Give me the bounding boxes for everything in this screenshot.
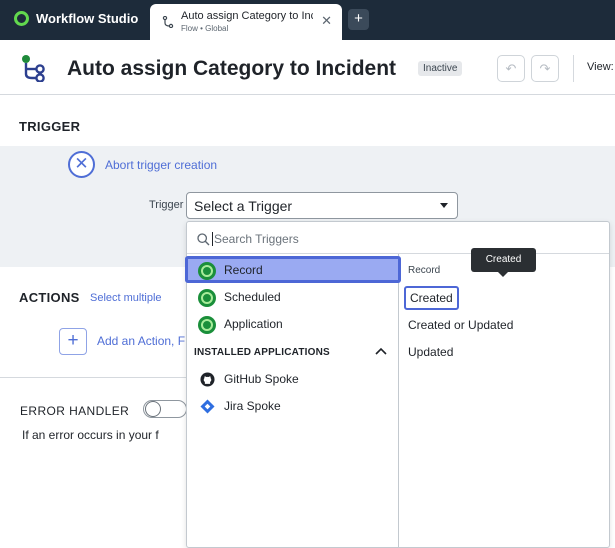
workflow-studio-logo-icon: [14, 11, 29, 26]
app-brand[interactable]: Workflow Studio: [14, 11, 138, 26]
trigger-type-record[interactable]: Record: [185, 256, 401, 283]
tab-title: Auto assign Category to Incident: [181, 10, 313, 22]
trigger-option-created[interactable]: Created: [404, 286, 459, 310]
flow-diagram-icon: [22, 55, 45, 82]
actions-section-title: ACTIONS: [19, 290, 80, 305]
toggle-knob: [145, 401, 161, 417]
search-triggers-input[interactable]: [214, 229, 594, 249]
app-name: Workflow Studio: [36, 11, 139, 26]
column-divider: [398, 254, 399, 548]
header-divider: [573, 55, 574, 82]
top-bar: Workflow Studio Auto assign Category to …: [0, 0, 615, 40]
jira-icon: [200, 399, 215, 414]
search-icon: [197, 233, 210, 246]
installed-app-label: Jira Spoke: [224, 399, 281, 413]
installed-app-github-spoke[interactable]: GitHub Spoke: [187, 365, 398, 392]
trigger-select[interactable]: Select a Trigger: [186, 192, 458, 219]
text-cursor: [212, 232, 213, 246]
installed-app-jira-spoke[interactable]: Jira Spoke: [187, 392, 398, 419]
trigger-section-title: TRIGGER: [19, 119, 81, 134]
view-label[interactable]: View:: [587, 61, 614, 73]
trigger-option-created-or-updated[interactable]: Created or Updated: [408, 318, 513, 332]
trigger-type-scheduled[interactable]: Scheduled: [187, 283, 398, 310]
abort-trigger-label: Abort trigger creation: [105, 157, 218, 172]
flow-header: Auto assign Category to Incident Inactiv…: [0, 40, 615, 95]
new-tab-button[interactable]: +: [348, 9, 369, 30]
application-trigger-icon: [198, 316, 216, 334]
tab-subtitle: Flow • Global: [181, 24, 229, 33]
tab-flow[interactable]: Auto assign Category to Incident Flow • …: [150, 4, 342, 40]
flow-icon: [162, 16, 174, 28]
search-row: [187, 222, 609, 254]
tooltip-arrow: [498, 272, 508, 277]
trigger-dropdown: Record Scheduled Application INSTALLED A…: [185, 221, 610, 548]
status-badge: Inactive: [418, 61, 463, 76]
page-title: Auto assign Category to Incident: [67, 57, 397, 80]
caret-down-icon: [440, 203, 448, 208]
installed-app-label: GitHub Spoke: [224, 372, 299, 386]
undo-button[interactable]: ↶: [497, 55, 525, 82]
tooltip: Created: [471, 248, 536, 272]
installed-applications-header: INSTALLED APPLICATIONS: [194, 347, 330, 358]
abort-trigger-button[interactable]: ✕ Abort trigger creation: [68, 151, 217, 178]
error-handler-title: ERROR HANDLER: [20, 404, 130, 418]
chevron-up-icon[interactable]: [375, 346, 387, 356]
add-action-label[interactable]: Add an Action, F: [97, 334, 185, 348]
option-list-header: Record: [408, 265, 441, 276]
add-action-button[interactable]: +: [59, 328, 87, 355]
trigger-type-application[interactable]: Application: [187, 310, 398, 337]
section-divider: [0, 377, 190, 378]
trigger-select-value: Select a Trigger: [194, 198, 293, 214]
trigger-type-label: Application: [224, 317, 283, 331]
github-icon: [200, 372, 215, 387]
trigger-field-label: Trigger: [149, 199, 184, 211]
error-handler-toggle[interactable]: [143, 400, 187, 418]
trigger-type-label: Scheduled: [224, 290, 281, 304]
record-trigger-icon: [198, 262, 216, 280]
close-tab-icon[interactable]: ✕: [321, 14, 332, 27]
close-circle-icon: ✕: [68, 151, 95, 178]
trigger-type-label: Record: [224, 263, 263, 277]
select-multiple-link[interactable]: Select multiple: [90, 292, 162, 304]
trigger-option-updated[interactable]: Updated: [408, 345, 453, 359]
error-handler-description: If an error occurs in your f: [22, 428, 159, 442]
scheduled-trigger-icon: [198, 289, 216, 307]
redo-button[interactable]: ↷: [531, 55, 559, 82]
